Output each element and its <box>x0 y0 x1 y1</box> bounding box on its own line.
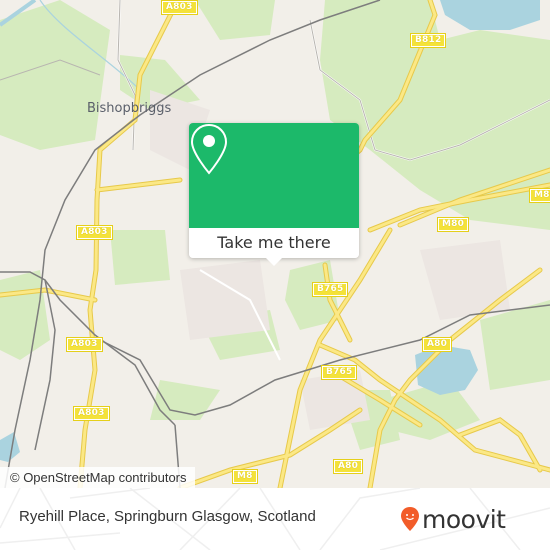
park-area <box>0 270 50 360</box>
osm-attribution[interactable]: © OpenStreetMap contributors <box>0 467 195 488</box>
road-label-m80: M80 <box>436 217 470 232</box>
map-pin-icon <box>190 123 228 175</box>
location-address: Ryehill Place, Springburn Glasgow, Scotl… <box>19 508 316 525</box>
road-label-a803: A803 <box>73 406 110 421</box>
road-label-a80: A80 <box>332 459 364 474</box>
road-label-b765: B765 <box>311 282 349 297</box>
popup-tail <box>266 258 282 266</box>
road-label-b812: B812 <box>409 33 447 48</box>
road-label-a80: A80 <box>421 337 453 352</box>
popup-header <box>189 123 359 228</box>
road-label-m80: M80 <box>528 188 550 203</box>
loch <box>415 345 478 395</box>
moovit-smiley-pin-icon <box>401 507 419 531</box>
park-area <box>150 380 220 420</box>
road-label-a803: A803 <box>161 0 198 15</box>
take-me-there-button[interactable]: Take me there <box>189 228 359 258</box>
footer: Ryehill Place, Springburn Glasgow, Scotl… <box>0 488 550 550</box>
location-popup: Take me there <box>189 123 359 266</box>
place-label-bishopbriggs: Bishopbriggs <box>87 101 172 116</box>
road-label-b765: B765 <box>320 365 358 380</box>
moovit-wordmark: moovit <box>422 504 506 534</box>
road-label-a803: A803 <box>66 337 103 352</box>
road-label-m8: M8 <box>232 469 258 484</box>
map[interactable]: Bishopbriggs A803 A803 A803 A803 B812 M8… <box>0 0 550 488</box>
park-area <box>110 230 170 285</box>
park-area <box>480 300 550 390</box>
road-label-a803: A803 <box>76 225 113 240</box>
loch <box>440 0 540 30</box>
moovit-logo[interactable]: moovit <box>400 501 506 537</box>
park-area <box>195 0 275 40</box>
